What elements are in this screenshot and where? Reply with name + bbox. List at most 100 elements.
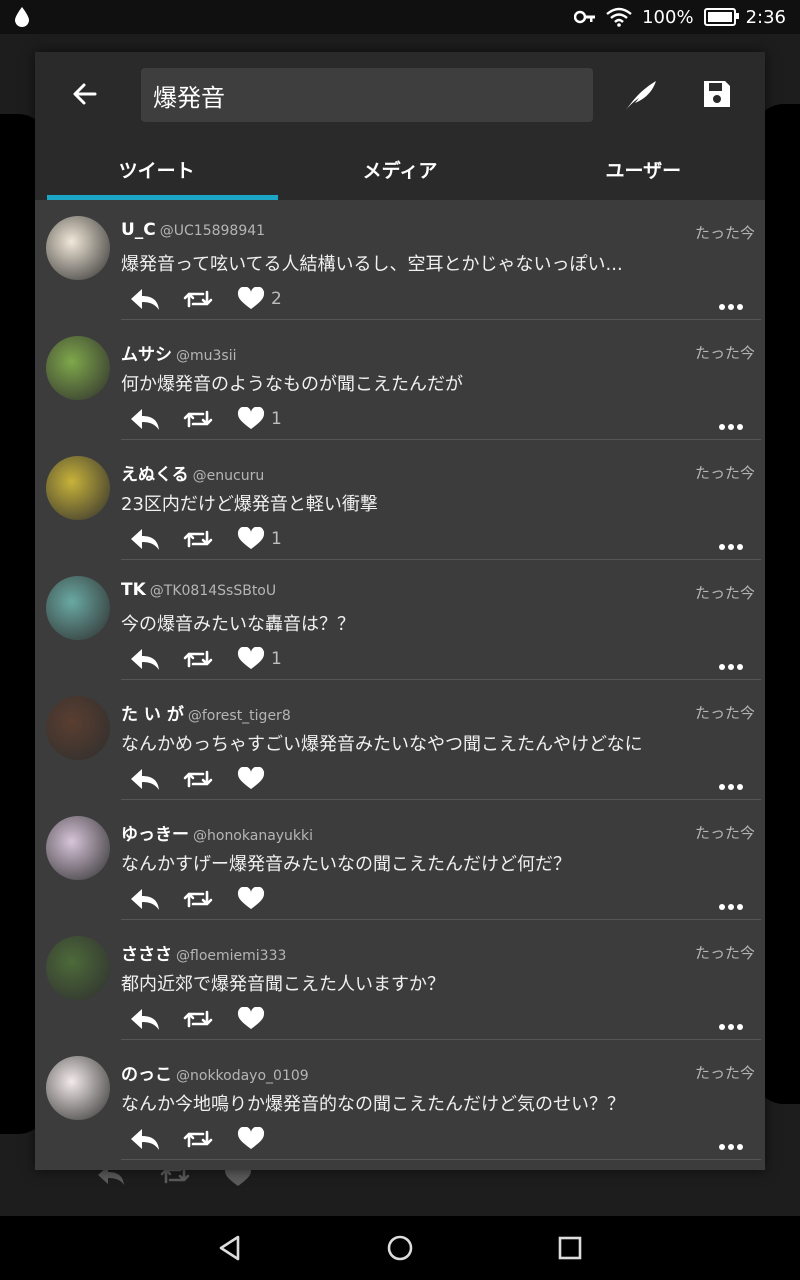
avatar[interactable] — [46, 216, 110, 280]
search-input[interactable] — [141, 68, 593, 122]
more-options-icon[interactable] — [719, 296, 743, 310]
heart-icon[interactable] — [237, 286, 291, 312]
tweet-text: 爆発音って呟いてる人結構いるし、空耳とかじゃないっぽい... — [121, 254, 623, 275]
tweet-row[interactable]: TK @TK0814SsSBtoU たった今 今の爆音みたいな轟音は？？ 1 — [35, 560, 765, 680]
display-name: のっこ — [121, 1065, 172, 1085]
tweet-list: U_C @UC15898941 たった今 爆発音って呟いてる人結構いるし、空耳とかじゃ… — [35, 200, 765, 1160]
reply-icon[interactable] — [129, 646, 183, 672]
tweet-row[interactable]: ゆっきー @honokanayukki たった今 なんかすげー爆発音みたいなの聞こえた… — [35, 800, 765, 920]
heart-icon[interactable] — [237, 886, 291, 912]
tweet-row[interactable]: さささ @floemiemi333 たった今都内近郊で爆発音聞こえた人いますか？ — [35, 920, 765, 1040]
more-options-icon[interactable] — [719, 1136, 743, 1150]
user-handle: @honokanayukki — [193, 828, 314, 844]
compose-feather-icon[interactable] — [623, 78, 659, 112]
reply-icon[interactable] — [129, 406, 183, 432]
user-handle: @UC15898941 — [159, 223, 266, 239]
user-handle: @floemiemi333 — [176, 948, 287, 964]
author-name: ムサシ @mu3sii — [121, 340, 237, 365]
retweet-icon[interactable] — [183, 646, 237, 672]
timestamp: たった今 — [694, 704, 755, 722]
retweet-icon[interactable] — [183, 1126, 237, 1152]
reply-icon[interactable] — [129, 1006, 183, 1032]
avatar[interactable] — [46, 816, 110, 880]
more-options-icon[interactable] — [719, 656, 743, 670]
timestamp: たった今 — [694, 584, 755, 602]
display-name: U_C — [121, 220, 156, 240]
tweet-row[interactable]: U_C @UC15898941 たった今 爆発音って呟いてる人結構いるし、空耳とかじゃ… — [35, 200, 765, 320]
retweet-icon[interactable] — [183, 886, 237, 912]
battery-percent: 100% — [642, 6, 694, 28]
search-toolbar — [35, 52, 765, 138]
user-handle: @nokkodayo_0109 — [176, 1068, 309, 1084]
wifi-icon — [606, 7, 632, 27]
battery-icon — [703, 8, 739, 26]
timestamp: たった今 — [694, 344, 755, 362]
tab-media[interactable]: メディア — [278, 138, 521, 200]
like-count: 1 — [271, 409, 282, 429]
heart-icon[interactable] — [237, 406, 291, 432]
user-handle: @forest_tiger8 — [187, 708, 291, 724]
tab-users[interactable]: ユーザー — [522, 138, 765, 200]
tweet-row[interactable]: のっこ @nokkodayo_0109 たった今 なんか今地鳴りか爆発音的なの聞こえた… — [35, 1040, 765, 1160]
tab-label: ツイート — [118, 159, 195, 182]
reply-icon[interactable] — [129, 766, 183, 792]
retweet-icon[interactable] — [183, 526, 237, 552]
back-arrow-icon[interactable] — [69, 78, 101, 110]
tweet-row[interactable]: た い が @forest_tiger8 たった今なんかめっちゃすごい爆発音みたいな… — [35, 680, 765, 800]
tweet-actions: 1 — [129, 406, 282, 432]
tab-bar: ツイート メディア ユーザー — [35, 138, 765, 200]
tweet-text: なんかめっちゃすごい爆発音みたいなやつ聞こえたんやけどなに — [121, 734, 643, 755]
reply-icon[interactable] — [129, 886, 183, 912]
avatar[interactable] — [46, 1056, 110, 1120]
heart-icon[interactable] — [237, 1006, 291, 1032]
heart-icon[interactable] — [237, 766, 291, 792]
reply-icon[interactable] — [129, 286, 183, 312]
more-options-icon[interactable] — [719, 896, 743, 910]
back-nav-icon[interactable] — [216, 1234, 244, 1262]
avatar[interactable] — [46, 336, 110, 400]
reply-icon[interactable] — [129, 1126, 183, 1152]
heart-icon[interactable] — [237, 526, 291, 552]
display-name: ゆっきー — [121, 825, 189, 845]
reply-icon[interactable] — [129, 526, 183, 552]
like-count: 2 — [271, 289, 282, 309]
avatar[interactable] — [46, 936, 110, 1000]
display-name: た い が — [121, 705, 184, 725]
timestamp: たった今 — [694, 824, 755, 842]
tweet-text: 今の爆音みたいな轟音は？？ — [121, 614, 355, 635]
key-icon — [574, 10, 596, 24]
more-options-icon[interactable] — [719, 416, 743, 430]
tweet-text: 都内近郊で爆発音聞こえた人いますか？ — [121, 974, 445, 995]
avatar[interactable] — [46, 696, 110, 760]
author-name: U_C @UC15898941 — [121, 220, 265, 240]
tweet-row[interactable]: ムサシ @mu3sii たった今 何か爆発音のようなものが聞こえたんだが 1 — [35, 320, 765, 440]
heart-icon[interactable] — [237, 646, 291, 672]
tweet-row[interactable]: えぬくる @enucuru たった今 23区内だけど爆発音と軽い衝撃 1 — [35, 440, 765, 560]
search-dialog: ツイート メディア ユーザー U_C@UC15898941 たった今 爆発音って呟い… — [35, 52, 765, 1170]
user-handle: @enucuru — [192, 468, 265, 484]
clock: 2:36 — [745, 6, 786, 28]
home-nav-icon[interactable] — [386, 1234, 414, 1262]
more-options-icon[interactable] — [719, 536, 743, 550]
author-name: さささ @floemiemi333 — [121, 940, 286, 965]
heart-icon[interactable] — [237, 1126, 291, 1152]
more-options-icon[interactable] — [719, 776, 743, 790]
avatar[interactable] — [46, 576, 110, 640]
display-name: さささ — [121, 945, 172, 965]
retweet-icon[interactable] — [183, 1006, 237, 1032]
retweet-icon[interactable] — [183, 406, 237, 432]
avatar[interactable] — [46, 456, 110, 520]
navigation-bar — [0, 1216, 800, 1280]
timestamp: たった今 — [694, 464, 755, 482]
retweet-icon[interactable] — [183, 766, 237, 792]
more-options-icon[interactable] — [719, 1016, 743, 1030]
tab-tweets[interactable]: ツイート — [35, 138, 279, 200]
tweet-actions: 2 — [129, 286, 282, 312]
user-handle: @TK0814SsSBtoU — [149, 583, 277, 599]
display-name: TK — [121, 580, 146, 600]
retweet-icon[interactable] — [183, 286, 237, 312]
author-name: えぬくる @enucuru — [121, 460, 264, 485]
timestamp: たった今 — [694, 944, 755, 962]
save-icon[interactable] — [701, 78, 733, 110]
recents-nav-icon[interactable] — [556, 1234, 584, 1262]
